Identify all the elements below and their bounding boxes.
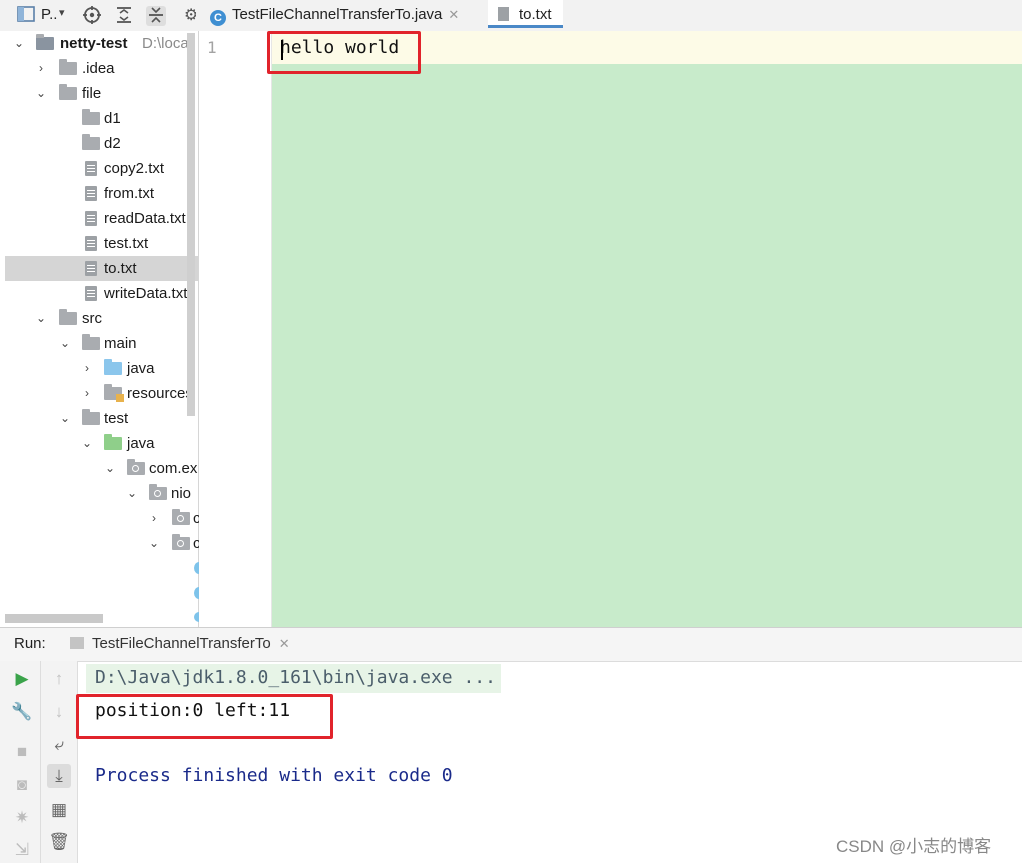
chevron-right-icon[interactable]: › [147, 506, 161, 531]
package-icon [127, 459, 145, 475]
arrow-up-icon[interactable]: ↑ [47, 667, 71, 691]
chevron-down-icon[interactable]: ⌄ [58, 331, 72, 356]
chevron-down-icon[interactable]: ⌄ [34, 81, 48, 106]
chevron-down-icon[interactable]: ⌄ [34, 306, 48, 331]
trash-icon[interactable]: 🗑 [47, 830, 71, 854]
text-file-icon [498, 7, 509, 21]
wrench-icon[interactable]: 🔧 [10, 700, 34, 724]
text-file-icon [85, 286, 97, 301]
tree-item-label: java [127, 360, 155, 377]
run-label: Run: [14, 635, 46, 652]
folder-icon [59, 309, 77, 325]
tab-label: to.txt [519, 6, 552, 23]
run-tab-label: TestFileChannelTransferTo [92, 635, 271, 652]
scroll-to-end-icon[interactable]: ⤓ [47, 764, 71, 788]
tree-item-label: d1 [104, 110, 121, 127]
chevron-down-icon[interactable]: ⌄ [147, 531, 161, 556]
tree-item-label: test.txt [104, 235, 149, 252]
editor-area[interactable] [272, 64, 1022, 627]
print-icon[interactable]: ▦ [47, 798, 71, 822]
chevron-right-icon[interactable]: › [80, 356, 94, 381]
run-tab[interactable]: TestFileChannelTransferTo ✕ [70, 635, 290, 652]
watermark: CSDN @小志的博客 [836, 837, 992, 856]
console-exit-message: Process finished with exit code 0 [95, 765, 453, 786]
package-icon [172, 509, 190, 525]
tree-item-path: D:\local [142, 35, 193, 52]
highlight-box [76, 694, 333, 739]
tree-item-label: readData.txt [104, 210, 186, 227]
folder-icon [59, 59, 77, 75]
chevron-right-icon[interactable]: › [80, 381, 94, 406]
tree-item-label: d2 [104, 135, 121, 152]
tab-to-txt[interactable]: to.txt [488, 0, 563, 28]
tree-item-label: java [127, 435, 155, 452]
tree-item-to-txt[interactable]: to.txt [5, 256, 198, 281]
folder-icon [82, 409, 100, 425]
tree-item-label: resources [127, 385, 193, 402]
run-config-icon [70, 637, 84, 649]
text-file-icon [85, 236, 97, 251]
source-folder-icon [104, 359, 122, 375]
folder-icon [82, 109, 100, 125]
chevron-down-icon[interactable]: ⌄ [80, 431, 94, 456]
package-icon [172, 534, 190, 550]
folder-icon [59, 84, 77, 100]
exit-icon[interactable]: ⇲ [10, 838, 34, 862]
tree-item-label: test [104, 410, 129, 427]
project-view-selector[interactable]: P.. [41, 6, 57, 23]
project-view-icon[interactable] [16, 6, 36, 26]
chevron-down-icon[interactable]: ⌄ [103, 456, 117, 481]
chevron-down-icon[interactable]: ⌄ [125, 481, 139, 506]
soft-wrap-icon[interactable]: ⤶ [47, 733, 71, 757]
highlight-box [267, 31, 421, 74]
tree-item-label: main [104, 335, 137, 352]
tree-item-label: to.txt [104, 260, 137, 277]
module-folder-icon [36, 34, 54, 50]
folder-icon [82, 334, 100, 350]
package-icon [149, 484, 167, 500]
line-number: 1 [207, 38, 217, 57]
chevron-down-icon[interactable]: ⌄ [58, 406, 72, 431]
expand-all-icon[interactable] [114, 6, 134, 26]
chevron-down-icon[interactable]: ⌄ [12, 31, 26, 56]
locate-icon[interactable] [82, 6, 102, 26]
debug-icon[interactable]: ✷ [10, 806, 34, 830]
collapse-all-icon[interactable] [146, 6, 166, 26]
tab-label: TestFileChannelTransferTo.java [232, 6, 443, 23]
gear-icon[interactable]: ⚙ [184, 6, 196, 26]
text-file-icon [85, 261, 97, 276]
tab-testfilechanneltransferto[interactable]: C TestFileChannelTransferTo.java ✕ [210, 0, 459, 31]
tree-item-label: src [82, 310, 102, 327]
editor-gutter [199, 31, 272, 627]
text-file-icon [85, 211, 97, 226]
tree-item-label: copy2.txt [104, 160, 165, 177]
close-icon[interactable]: ✕ [279, 636, 290, 651]
text-file-icon [85, 186, 97, 201]
console-command[interactable]: D:\Java\jdk1.8.0_161\bin\java.exe ... [95, 667, 496, 688]
resources-folder-icon [104, 384, 124, 402]
tree-horizontal-scrollbar[interactable] [5, 614, 103, 623]
tree-item-label: com.ex [149, 460, 198, 477]
close-icon[interactable]: ✕ [448, 7, 459, 22]
test-source-folder-icon [104, 434, 122, 450]
chevron-right-icon[interactable]: › [34, 56, 48, 81]
java-class-icon: C [210, 10, 226, 26]
folder-icon [82, 134, 100, 150]
stop-icon[interactable]: ■ [10, 740, 34, 764]
run-icon[interactable]: ▶ [10, 667, 34, 691]
camera-icon[interactable]: ◙ [10, 773, 34, 797]
tree-item-label: nio [171, 485, 192, 502]
tree-item-label: writeData.txt [104, 285, 188, 302]
tree-item-label: file [82, 85, 102, 102]
arrow-down-icon[interactable]: ↓ [47, 700, 71, 724]
text-file-icon [85, 161, 97, 176]
tree-vertical-scrollbar[interactable] [187, 33, 195, 416]
tree-item-label: netty-test [60, 35, 128, 52]
tree-item-label: from.txt [104, 185, 155, 202]
chevron-down-icon[interactable]: ▾ [59, 6, 65, 19]
tree-item-label: .idea [82, 60, 115, 77]
